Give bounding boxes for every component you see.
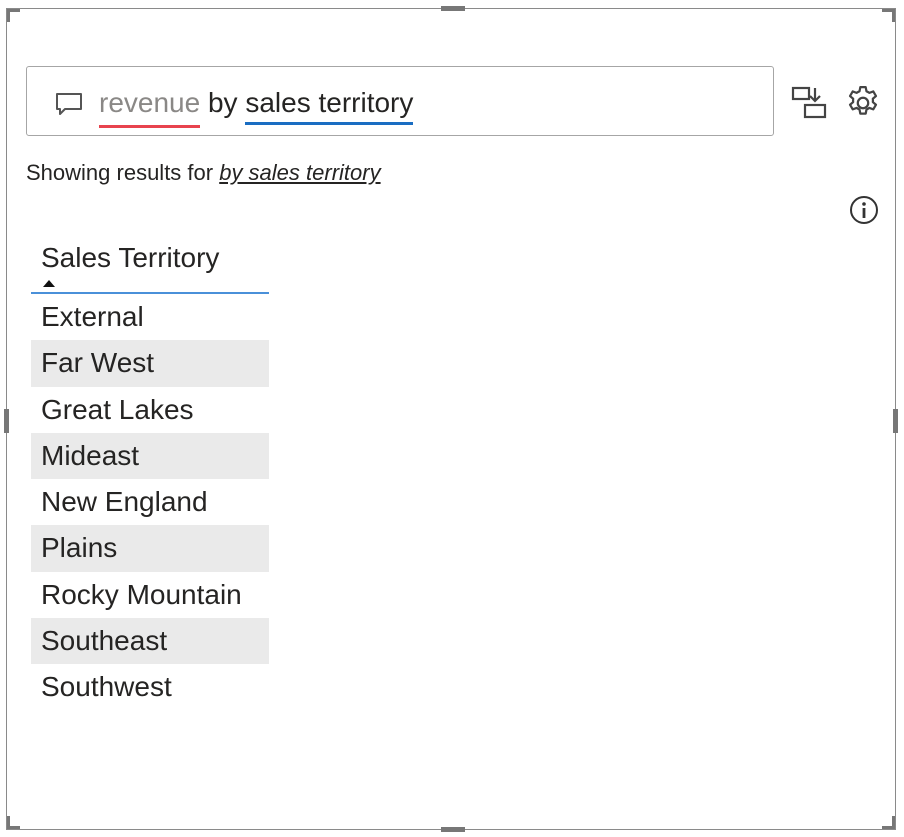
- resize-corner-top-right[interactable]: [882, 9, 895, 22]
- query-term-unrecognized: revenue: [99, 87, 201, 118]
- info-icon[interactable]: [848, 194, 880, 226]
- table-row: External: [41, 301, 144, 332]
- showing-results-text: Showing results for by sales territory: [26, 160, 381, 186]
- resize-corner-top-left[interactable]: [7, 9, 20, 22]
- query-connector: by: [200, 87, 246, 118]
- query-term-recognized: sales territory: [245, 87, 414, 118]
- convert-to-visual-icon[interactable]: [791, 85, 829, 121]
- sort-ascending-icon: [43, 280, 55, 287]
- table-row: Southwest: [41, 671, 172, 703]
- resize-handle-right[interactable]: [893, 409, 898, 433]
- resize-corner-bottom-left[interactable]: [7, 816, 20, 829]
- table-row: Southeast: [31, 618, 269, 665]
- table-row: Far West: [31, 340, 269, 387]
- resize-handle-top[interactable]: [441, 6, 465, 11]
- table-row: New England: [41, 486, 208, 518]
- table-body: External Far West Great Lakes Mideast Ne…: [31, 294, 269, 711]
- table-row: Great Lakes: [41, 393, 194, 425]
- table-row: Plains: [31, 525, 269, 572]
- results-table: Sales Territory External Far West Great …: [31, 232, 269, 711]
- showing-results-prefix: Showing results for: [26, 160, 220, 185]
- column-header-label: Sales Territory: [41, 242, 220, 273]
- table-row: Mideast: [31, 432, 269, 480]
- question-text[interactable]: revenue by sales territory: [99, 86, 413, 120]
- restated-question-link[interactable]: by sales territory: [219, 160, 380, 185]
- resize-handle-bottom[interactable]: [441, 827, 465, 832]
- gear-icon[interactable]: [844, 84, 882, 122]
- column-header-sales-territory[interactable]: Sales Territory: [31, 232, 269, 294]
- resize-handle-left[interactable]: [4, 409, 9, 433]
- chat-bubble-icon: [56, 93, 82, 115]
- table-row: Rocky Mountain: [41, 578, 242, 610]
- qa-question-box[interactable]: revenue by sales territory: [26, 66, 774, 136]
- resize-corner-bottom-right[interactable]: [882, 816, 895, 829]
